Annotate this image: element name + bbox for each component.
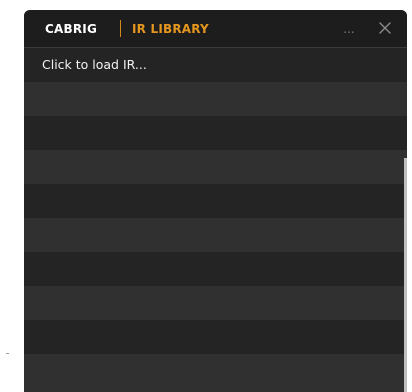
list-item[interactable] xyxy=(24,184,407,218)
list-item[interactable] xyxy=(24,116,407,150)
ir-library-panel: CABRIG IR LIBRARY ... Click to load IR..… xyxy=(24,10,407,392)
stray-dot xyxy=(6,353,9,354)
tab-ir-library[interactable]: IR LIBRARY xyxy=(132,10,209,48)
ir-list: Click to load IR... xyxy=(24,48,407,392)
load-ir-label: Click to load IR... xyxy=(42,57,147,72)
close-icon-glyph xyxy=(379,22,391,34)
tab-divider xyxy=(120,20,121,37)
list-item[interactable] xyxy=(24,320,407,354)
panel-header: CABRIG IR LIBRARY ... xyxy=(24,10,407,48)
more-options-button[interactable]: ... xyxy=(340,10,358,48)
list-item[interactable] xyxy=(24,150,407,184)
list-item[interactable] xyxy=(24,218,407,252)
list-item[interactable] xyxy=(24,354,407,392)
list-item[interactable] xyxy=(24,252,407,286)
scrollbar[interactable] xyxy=(404,158,407,392)
list-item[interactable] xyxy=(24,286,407,320)
close-icon[interactable] xyxy=(377,20,393,36)
list-item-load-ir[interactable]: Click to load IR... xyxy=(24,48,407,82)
tab-cabrig[interactable]: CABRIG xyxy=(45,10,97,48)
list-item[interactable] xyxy=(24,82,407,116)
